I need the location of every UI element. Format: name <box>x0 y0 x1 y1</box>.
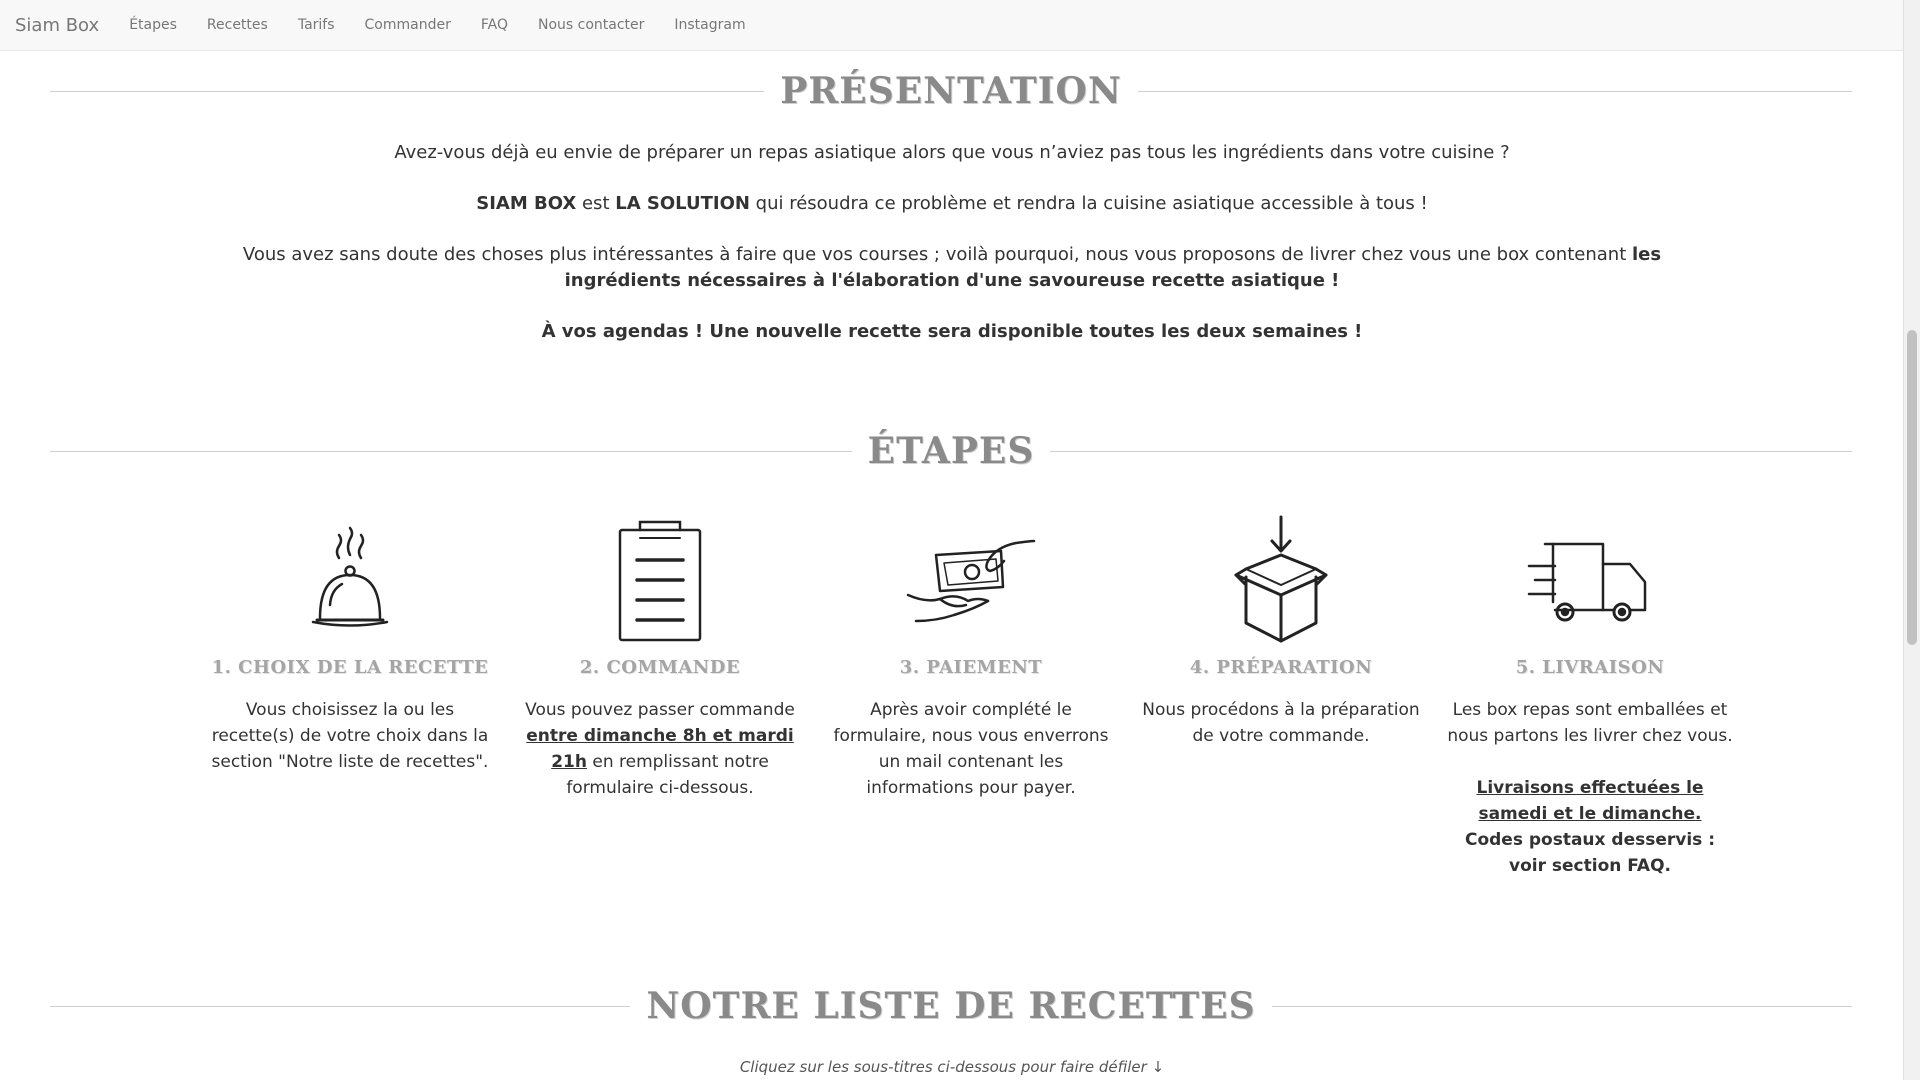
step-3-description: Après avoir complété le formulaire, nous… <box>833 700 1109 798</box>
scroll-hint: Cliquez sur les sous-titres ci-dessous p… <box>739 1058 1165 1076</box>
text-fragment: Vous pouvez passer commande <box>525 700 795 720</box>
presentation-heading: PRÉSENTATION <box>50 70 1853 112</box>
siam-box-emphasis: SIAM BOX <box>476 193 577 214</box>
recettes-title: NOTRE LISTE DE RECETTES <box>646 985 1256 1027</box>
nav-link-instagram[interactable]: Instagram <box>659 17 760 33</box>
solution-emphasis: LA SOLUTION <box>615 193 750 214</box>
step-choix-recette: 1. CHOIX DE LA RECETTE Vous choisissez l… <box>205 515 495 775</box>
presentation-paragraph-4: À vos agendas ! Une nouvelle recette ser… <box>541 321 1363 342</box>
text-fragment: qui résoudra ce problème et rendra la cu… <box>749 193 1428 214</box>
step-2-description: Vous pouvez passer commande entre dimanc… <box>515 697 805 801</box>
divider-line <box>1137 90 1853 92</box>
step-preparation: 4. PRÉPARATION Nous procédons à la prépa… <box>1136 515 1426 749</box>
nav-link-commander[interactable]: Commander <box>350 17 466 33</box>
delivery-days-text[interactable]: Livraisons effectuées le samedi et le di… <box>1477 778 1704 824</box>
step-livraison: 5. LIVRAISON Les box repas sont emballée… <box>1445 515 1735 879</box>
text-fragment: Vous avez sans doute des choses plus int… <box>242 244 1632 265</box>
step-paiement: 3. PAIEMENT Après avoir complété le form… <box>826 515 1116 801</box>
truck-icon <box>1445 515 1735 645</box>
nav-link-recettes[interactable]: Recettes <box>192 17 283 33</box>
box-icon <box>1136 515 1426 645</box>
divider-line <box>50 90 765 92</box>
presentation-text: Avez-vous déjà eu envie de préparer un r… <box>200 140 1704 345</box>
presentation-paragraph-2: SIAM BOX est LA SOLUTION qui résoudra ce… <box>200 191 1704 217</box>
presentation-paragraph-3: Vous avez sans doute des choses plus int… <box>200 242 1704 294</box>
brand-link[interactable]: Siam Box <box>15 15 99 36</box>
step-5-title: 5. LIVRAISON <box>1515 657 1665 678</box>
etapes-heading: ÉTAPES <box>50 430 1853 472</box>
presentation-title: PRÉSENTATION <box>780 70 1122 112</box>
presentation-paragraph-1: Avez-vous déjà eu envie de préparer un r… <box>394 142 1510 163</box>
delivery-days-link[interactable]: Livraisons effectuées le samedi et le di… <box>1445 775 1735 827</box>
step-5-description: Les box repas sont emballées et nous par… <box>1447 700 1733 746</box>
divider-line <box>50 450 852 452</box>
text-fragment: en remplissant notre formulaire ci-desso… <box>566 752 769 798</box>
step-3-title: 3. PAIEMENT <box>899 657 1043 678</box>
recettes-heading: NOTRE LISTE DE RECETTES <box>50 985 1853 1027</box>
divider-line <box>50 1005 631 1007</box>
step-1-description: Vous choisissez la ou les recette(s) de … <box>211 700 489 772</box>
cloche-icon <box>205 515 495 645</box>
page-scrollbar[interactable] <box>1903 0 1920 1080</box>
divider-line <box>1271 1005 1853 1007</box>
navbar: Siam Box Étapes Recettes Tarifs Commande… <box>0 0 1904 51</box>
divider-line <box>1050 450 1853 452</box>
step-4-description: Nous procédons à la préparation de votre… <box>1142 700 1420 746</box>
step-1-title: 1. CHOIX DE LA RECETTE <box>211 657 489 678</box>
payment-icon <box>826 515 1116 645</box>
step-4-title: 4. PRÉPARATION <box>1189 657 1373 678</box>
text-fragment: est <box>576 193 616 214</box>
scrollbar-thumb[interactable] <box>1907 330 1917 645</box>
etapes-title: ÉTAPES <box>867 430 1035 472</box>
step-commande: 2. COMMANDE Vous pouvez passer commande … <box>515 515 805 801</box>
nav-link-etapes[interactable]: Étapes <box>114 17 192 33</box>
step-2-title: 2. COMMANDE <box>579 657 741 678</box>
clipboard-icon <box>515 515 805 645</box>
nav-link-contact[interactable]: Nous contacter <box>523 17 659 33</box>
nav-link-tarifs[interactable]: Tarifs <box>283 17 350 33</box>
nav-link-faq[interactable]: FAQ <box>466 17 523 33</box>
postal-codes-note: Codes postaux desservis : voir section F… <box>1464 830 1716 876</box>
